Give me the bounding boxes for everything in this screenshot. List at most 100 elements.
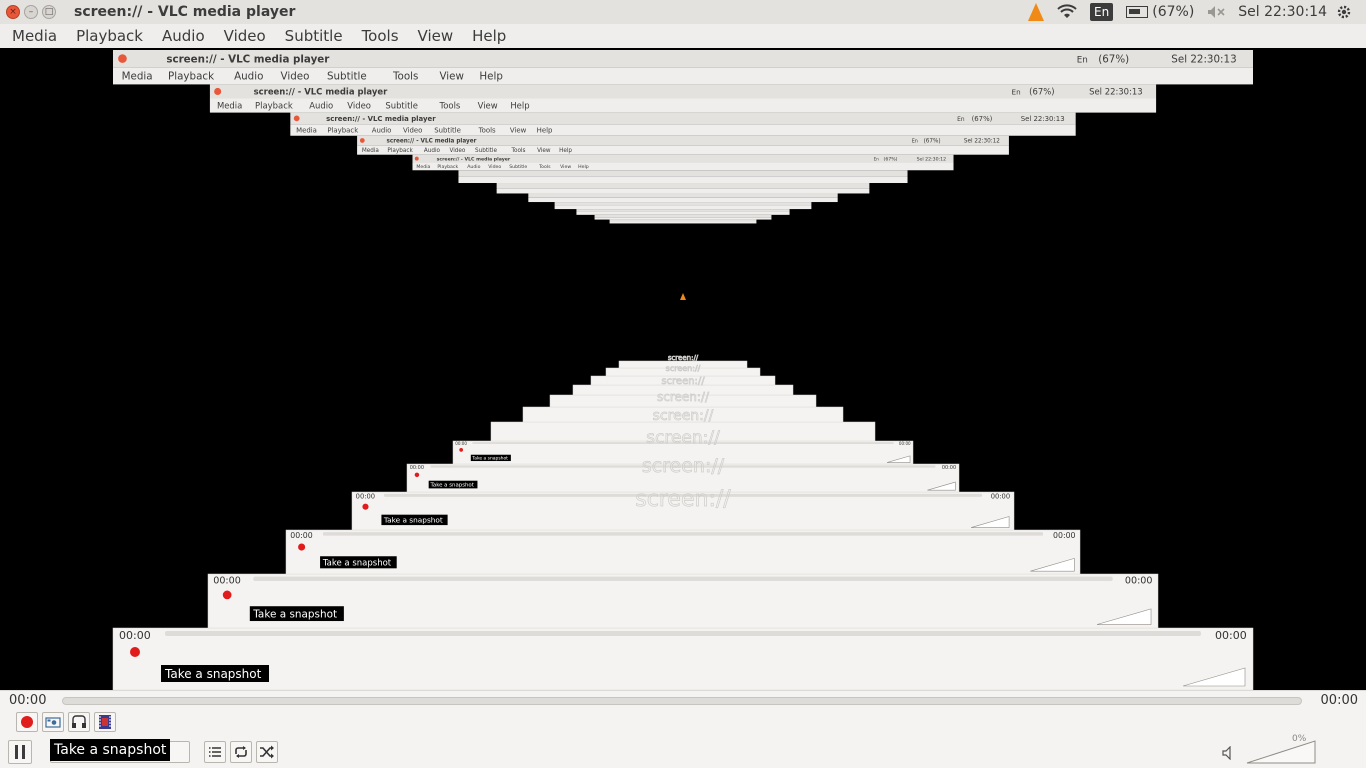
close-icon[interactable]: × bbox=[6, 5, 20, 19]
maximize-icon[interactable]: □ bbox=[42, 5, 56, 19]
nested-menu-item: View bbox=[537, 148, 551, 154]
nested-menu-item: Video bbox=[347, 101, 371, 111]
nested-menu-item: Media bbox=[122, 71, 153, 83]
nested-tooltip: Take a snapshot bbox=[252, 609, 337, 621]
nested-menu-item: View bbox=[478, 101, 498, 111]
nested-menu-item: Playback bbox=[437, 164, 458, 170]
nested-record-icon bbox=[130, 647, 140, 657]
nested-menu-bar bbox=[576, 211, 790, 215]
shuffle-button[interactable] bbox=[256, 741, 278, 763]
title-bar: × – □ screen:// - VLC media player En (6… bbox=[0, 0, 1366, 24]
record-button[interactable] bbox=[16, 712, 38, 732]
language-indicator[interactable]: En bbox=[1090, 3, 1114, 21]
nested-elapsed-time: 00:00 bbox=[455, 441, 467, 446]
loop-icon bbox=[235, 746, 247, 758]
vlc-cone-icon[interactable] bbox=[1028, 3, 1045, 21]
nested-menu-item: Tools bbox=[478, 127, 496, 135]
nested-title-bar bbox=[458, 170, 908, 177]
nested-title-bar bbox=[554, 202, 812, 206]
loop-ab-icon bbox=[72, 715, 86, 728]
playlist-icon bbox=[209, 747, 221, 757]
speaker-muted-icon[interactable] bbox=[1207, 5, 1225, 19]
clock[interactable]: Sel 22:30:14 bbox=[1238, 4, 1327, 20]
nested-menu-item: Subtitle bbox=[327, 71, 367, 83]
nested-window-title: screen:// - VLC media player bbox=[254, 87, 388, 97]
nested-menu-item: Audio bbox=[424, 148, 441, 154]
nested-menu-bar bbox=[458, 176, 908, 184]
menu-media[interactable]: Media bbox=[12, 27, 57, 45]
nested-menu-item: Tools bbox=[392, 71, 418, 83]
menu-playback[interactable]: Playback bbox=[76, 27, 143, 45]
menu-bar: Media Playback Audio Video Subtitle Tool… bbox=[0, 24, 1366, 48]
ghost-screen-label: screen:// bbox=[668, 354, 699, 362]
nested-language: En bbox=[957, 117, 965, 123]
nested-close-icon bbox=[359, 138, 365, 143]
battery-indicator[interactable]: (67%) bbox=[1126, 4, 1194, 20]
playlist-button[interactable] bbox=[204, 741, 226, 763]
snapshot-button[interactable] bbox=[42, 712, 64, 732]
nested-battery: (67%) bbox=[1098, 53, 1129, 65]
menu-subtitle[interactable]: Subtitle bbox=[285, 27, 343, 45]
menu-video[interactable]: Video bbox=[224, 27, 266, 45]
video-area[interactable]: screen:// - VLC media player Sel 22:30:13… bbox=[0, 48, 1366, 690]
menu-tools[interactable]: Tools bbox=[362, 27, 399, 45]
nested-battery: (67%) bbox=[924, 139, 941, 145]
nested-menu-bar bbox=[554, 205, 812, 210]
nested-clock: Sel 22:30:13 bbox=[1021, 115, 1065, 123]
nested-language: En bbox=[874, 156, 879, 161]
nested-menu-item: View bbox=[439, 71, 463, 83]
menu-help[interactable]: Help bbox=[472, 27, 506, 45]
nested-total-time: 00:00 bbox=[942, 465, 956, 471]
nested-menu-item: Help bbox=[559, 148, 572, 154]
loop-ab-button[interactable] bbox=[68, 712, 90, 732]
nested-menu-item: Subtitle bbox=[509, 164, 527, 170]
gear-icon[interactable] bbox=[1335, 3, 1353, 21]
nested-menu-item: View bbox=[560, 164, 571, 170]
nested-controls-bar bbox=[207, 573, 1159, 629]
minimize-icon[interactable]: – bbox=[24, 5, 38, 19]
nested-clock: Sel 22:30:12 bbox=[964, 139, 1000, 145]
nested-menu-item: Playback bbox=[327, 127, 358, 135]
nested-close-icon bbox=[214, 87, 222, 95]
nested-menu-item: Help bbox=[537, 127, 553, 135]
frame-step-button[interactable] bbox=[94, 712, 116, 732]
volume-slider[interactable]: 0% bbox=[1222, 734, 1346, 766]
nested-title-bar bbox=[576, 209, 790, 212]
nested-window-title: screen:// - VLC media player bbox=[437, 156, 511, 162]
camera-icon bbox=[45, 717, 61, 728]
nested-clock: Sel 22:30:12 bbox=[917, 156, 947, 162]
nested-close-icon bbox=[118, 54, 127, 63]
menu-view[interactable]: View bbox=[418, 27, 454, 45]
nested-elapsed-time: 00:00 bbox=[356, 493, 375, 501]
vanishing-cone-icon bbox=[680, 293, 686, 300]
menu-audio[interactable]: Audio bbox=[162, 27, 205, 45]
nested-menu-item: Audio bbox=[372, 127, 392, 135]
loop-button[interactable] bbox=[230, 741, 252, 763]
main-controls: 0% bbox=[8, 734, 1358, 766]
pause-button[interactable] bbox=[8, 740, 32, 764]
nested-tooltip: Take a snapshot bbox=[429, 483, 473, 489]
seek-slider[interactable] bbox=[62, 697, 1302, 705]
system-indicators: En (67%) Sel 22:30:14 bbox=[1028, 0, 1366, 24]
nested-window-title: screen:// - VLC media player bbox=[166, 53, 330, 65]
snapshot-tooltip: Take a snapshot bbox=[50, 739, 171, 761]
nested-menu-item: Help bbox=[578, 164, 589, 170]
nested-title-bar bbox=[496, 183, 870, 189]
frame-step-icon bbox=[99, 715, 111, 729]
speaker-icon[interactable] bbox=[1222, 746, 1238, 760]
nested-menu-item: Media bbox=[217, 101, 242, 111]
nested-menu-bar bbox=[609, 221, 757, 224]
ghost-screen-label: screen:// bbox=[635, 487, 731, 512]
nested-total-time: 00:00 bbox=[991, 493, 1010, 501]
nested-menu-item: Playback bbox=[168, 71, 214, 83]
nested-controls-bar bbox=[112, 627, 1254, 690]
nested-menu-item: Video bbox=[449, 148, 465, 154]
nested-language: En bbox=[1077, 55, 1088, 65]
nested-menu-item: Video bbox=[403, 127, 422, 135]
wifi-icon[interactable] bbox=[1057, 4, 1077, 20]
nested-title-bar bbox=[528, 193, 838, 198]
nested-record-icon bbox=[362, 503, 369, 510]
nested-language: En bbox=[1012, 88, 1021, 97]
nested-clock: Sel 22:30:13 bbox=[1089, 87, 1143, 97]
volume-percent: 0% bbox=[1292, 734, 1307, 744]
